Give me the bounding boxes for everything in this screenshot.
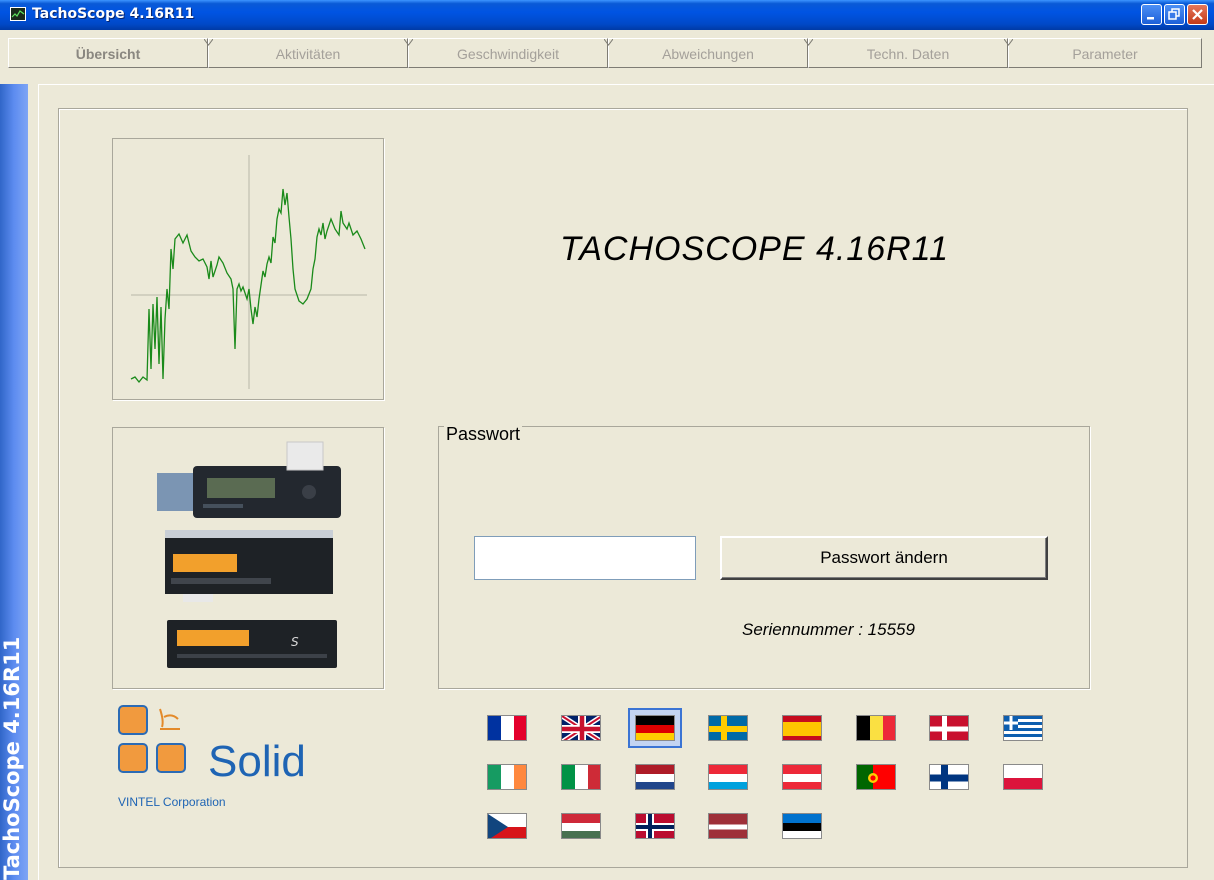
serial-number: Seriennummer : 15559 <box>742 620 915 639</box>
tab-aktivitaeten[interactable]: Aktivitäten <box>204 38 408 68</box>
flag-norway-icon[interactable] <box>635 813 675 839</box>
tab-parameter[interactable]: Parameter <box>1004 38 1202 68</box>
solid-logo: Solid VINTEL Corporation <box>116 705 316 815</box>
flag-austria-icon[interactable] <box>782 764 822 790</box>
flag-luxembourg-icon[interactable] <box>708 764 748 790</box>
side-banner: TachoScope 4.16R11 <box>0 84 28 880</box>
tab-uebersicht[interactable]: Übersicht <box>8 38 208 68</box>
tab-divider-icon <box>204 39 213 46</box>
minimize-button[interactable] <box>1141 4 1162 25</box>
password-input[interactable] <box>474 536 696 580</box>
flag-italy-icon[interactable] <box>561 764 601 790</box>
tab-abweichungen[interactable]: Abweichungen <box>604 38 808 68</box>
flag-poland-icon[interactable] <box>1003 764 1043 790</box>
window-title: TachoScope 4.16R11 <box>32 6 195 22</box>
tachograph-devices-illustration: S <box>112 427 384 689</box>
flag-finland-icon[interactable] <box>929 764 969 790</box>
tab-label: Geschwindigkeit <box>457 46 559 62</box>
flag-united-kingdom-icon[interactable] <box>561 715 601 741</box>
side-banner-title: TachoScope 4.16R11 <box>0 636 24 880</box>
side-banner-text-wrap: TachoScope 4.16R11 <box>0 636 26 880</box>
close-button[interactable] <box>1187 4 1208 25</box>
change-password-button-label: Passwort ändern <box>820 548 948 567</box>
tab-label: Parameter <box>1072 46 1138 62</box>
flag-belgium-icon[interactable] <box>856 715 896 741</box>
flag-denmark-icon[interactable] <box>929 715 969 741</box>
logo-corporation: VINTEL Corporation <box>118 795 226 809</box>
logo-square-icon <box>118 705 148 735</box>
password-group-label: Passwort <box>444 424 523 445</box>
logo-square-icon <box>156 743 186 773</box>
restore-button[interactable] <box>1164 4 1185 25</box>
flag-france-icon[interactable] <box>487 715 527 741</box>
title-bar[interactable]: TachoScope 4.16R11 <box>0 0 1214 30</box>
tachograph-devices-image: S <box>157 441 341 668</box>
flag-netherlands-icon[interactable] <box>635 764 675 790</box>
flag-spain-icon[interactable] <box>782 715 822 741</box>
app-icon[interactable] <box>10 7 26 21</box>
tab-divider-icon <box>1004 39 1013 46</box>
flag-hungary-icon[interactable] <box>561 813 601 839</box>
flag-sweden-icon[interactable] <box>708 715 748 741</box>
tab-label: Aktivitäten <box>275 46 341 62</box>
flag-greece-icon[interactable] <box>1003 715 1043 741</box>
flag-ireland-icon[interactable] <box>487 764 527 790</box>
logo-square-icon <box>118 743 148 773</box>
tab-divider-icon <box>604 39 613 46</box>
change-password-button[interactable]: Passwort ändern <box>720 536 1048 580</box>
flag-estonia-icon[interactable] <box>782 813 822 839</box>
tab-bar: Übersicht Aktivitäten Geschwindigkeit Ab… <box>8 38 1202 68</box>
speed-graph-illustration <box>112 138 384 400</box>
app-title: TACHOSCOPE 4.16R11 <box>560 230 949 268</box>
tab-geschwindigkeit[interactable]: Geschwindigkeit <box>404 38 608 68</box>
tab-label: Abweichungen <box>662 46 754 62</box>
tab-label: Techn. Daten <box>866 46 950 62</box>
flag-latvia-icon[interactable] <box>708 813 748 839</box>
flag-germany-icon[interactable] <box>635 715 675 741</box>
tab-divider-icon <box>404 39 413 46</box>
flag-czech-republic-icon[interactable] <box>487 813 527 839</box>
logo-swoosh-icon <box>159 708 180 730</box>
speed-graph-image <box>130 155 367 389</box>
svg-text:S: S <box>291 635 299 649</box>
tab-label: Übersicht <box>75 46 141 62</box>
tab-techn-daten[interactable]: Techn. Daten <box>804 38 1008 68</box>
flag-portugal-icon[interactable] <box>856 764 896 790</box>
tab-divider-icon <box>804 39 813 46</box>
logo-brand: Solid <box>208 737 306 786</box>
